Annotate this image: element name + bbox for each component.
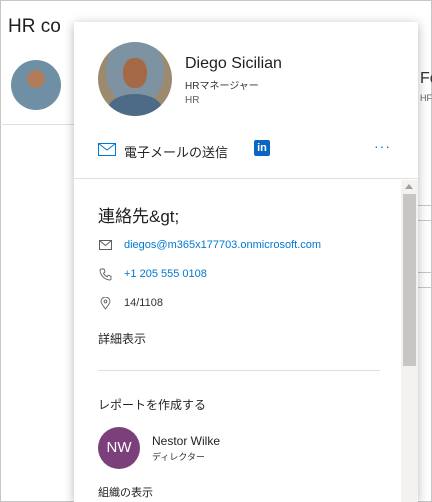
profile-name: Diego Sicilian xyxy=(185,55,282,72)
show-organization-link[interactable]: 組織の表示 xyxy=(98,484,153,500)
reports-to-title: レポートを作成する xyxy=(98,398,207,412)
background-element xyxy=(417,205,432,221)
linkedin-icon[interactable]: in xyxy=(254,140,270,156)
phone-row[interactable]: +1 205 555 0108 xyxy=(98,267,207,281)
manager-title: ディレクター xyxy=(152,452,206,462)
profile-avatar[interactable] xyxy=(98,42,172,116)
more-actions-button[interactable]: ··· xyxy=(374,138,391,154)
phone-icon xyxy=(98,267,112,281)
profile-department: HR xyxy=(185,95,200,106)
email-link[interactable]: diegos@m365x177703.onmicrosoft.com xyxy=(124,239,321,251)
contact-card: Diego Sicilian HRマネージャー HR 電子メールの送信 in ·… xyxy=(74,22,418,502)
scrollbar-thumb[interactable] xyxy=(403,194,416,366)
mail-icon xyxy=(98,238,112,252)
avatar-shirt xyxy=(108,94,162,116)
background-partial-sub: HF xyxy=(420,93,432,103)
email-row[interactable]: diegos@m365x177703.onmicrosoft.com xyxy=(98,238,321,252)
office-location: 14/1108 xyxy=(124,297,163,309)
background-partial-name: Fo xyxy=(420,70,432,87)
background-divider xyxy=(0,124,74,125)
office-row: 14/1108 xyxy=(98,296,163,310)
section-divider xyxy=(98,370,380,371)
header-divider xyxy=(74,178,418,179)
manager-avatar[interactable]: NW xyxy=(98,427,140,469)
contact-section-title[interactable]: 連絡先&gt; xyxy=(98,202,179,227)
send-email-button[interactable]: 電子メールの送信 xyxy=(98,142,228,161)
manager-name[interactable]: Nestor Wilke xyxy=(152,434,220,448)
background-avatar[interactable] xyxy=(11,60,61,110)
location-icon xyxy=(98,296,112,310)
phone-link[interactable]: +1 205 555 0108 xyxy=(124,268,207,280)
scroll-up-icon[interactable] xyxy=(405,184,413,189)
page-title: HR co xyxy=(8,16,61,37)
mail-icon xyxy=(98,142,116,161)
background-element xyxy=(417,272,432,288)
show-more-details-link[interactable]: 詳細表示 xyxy=(98,330,146,347)
send-email-label: 電子メールの送信 xyxy=(124,145,229,160)
avatar-head xyxy=(123,58,147,88)
scrollbar[interactable] xyxy=(401,180,418,502)
profile-job-title: HRマネージャー xyxy=(185,81,259,92)
